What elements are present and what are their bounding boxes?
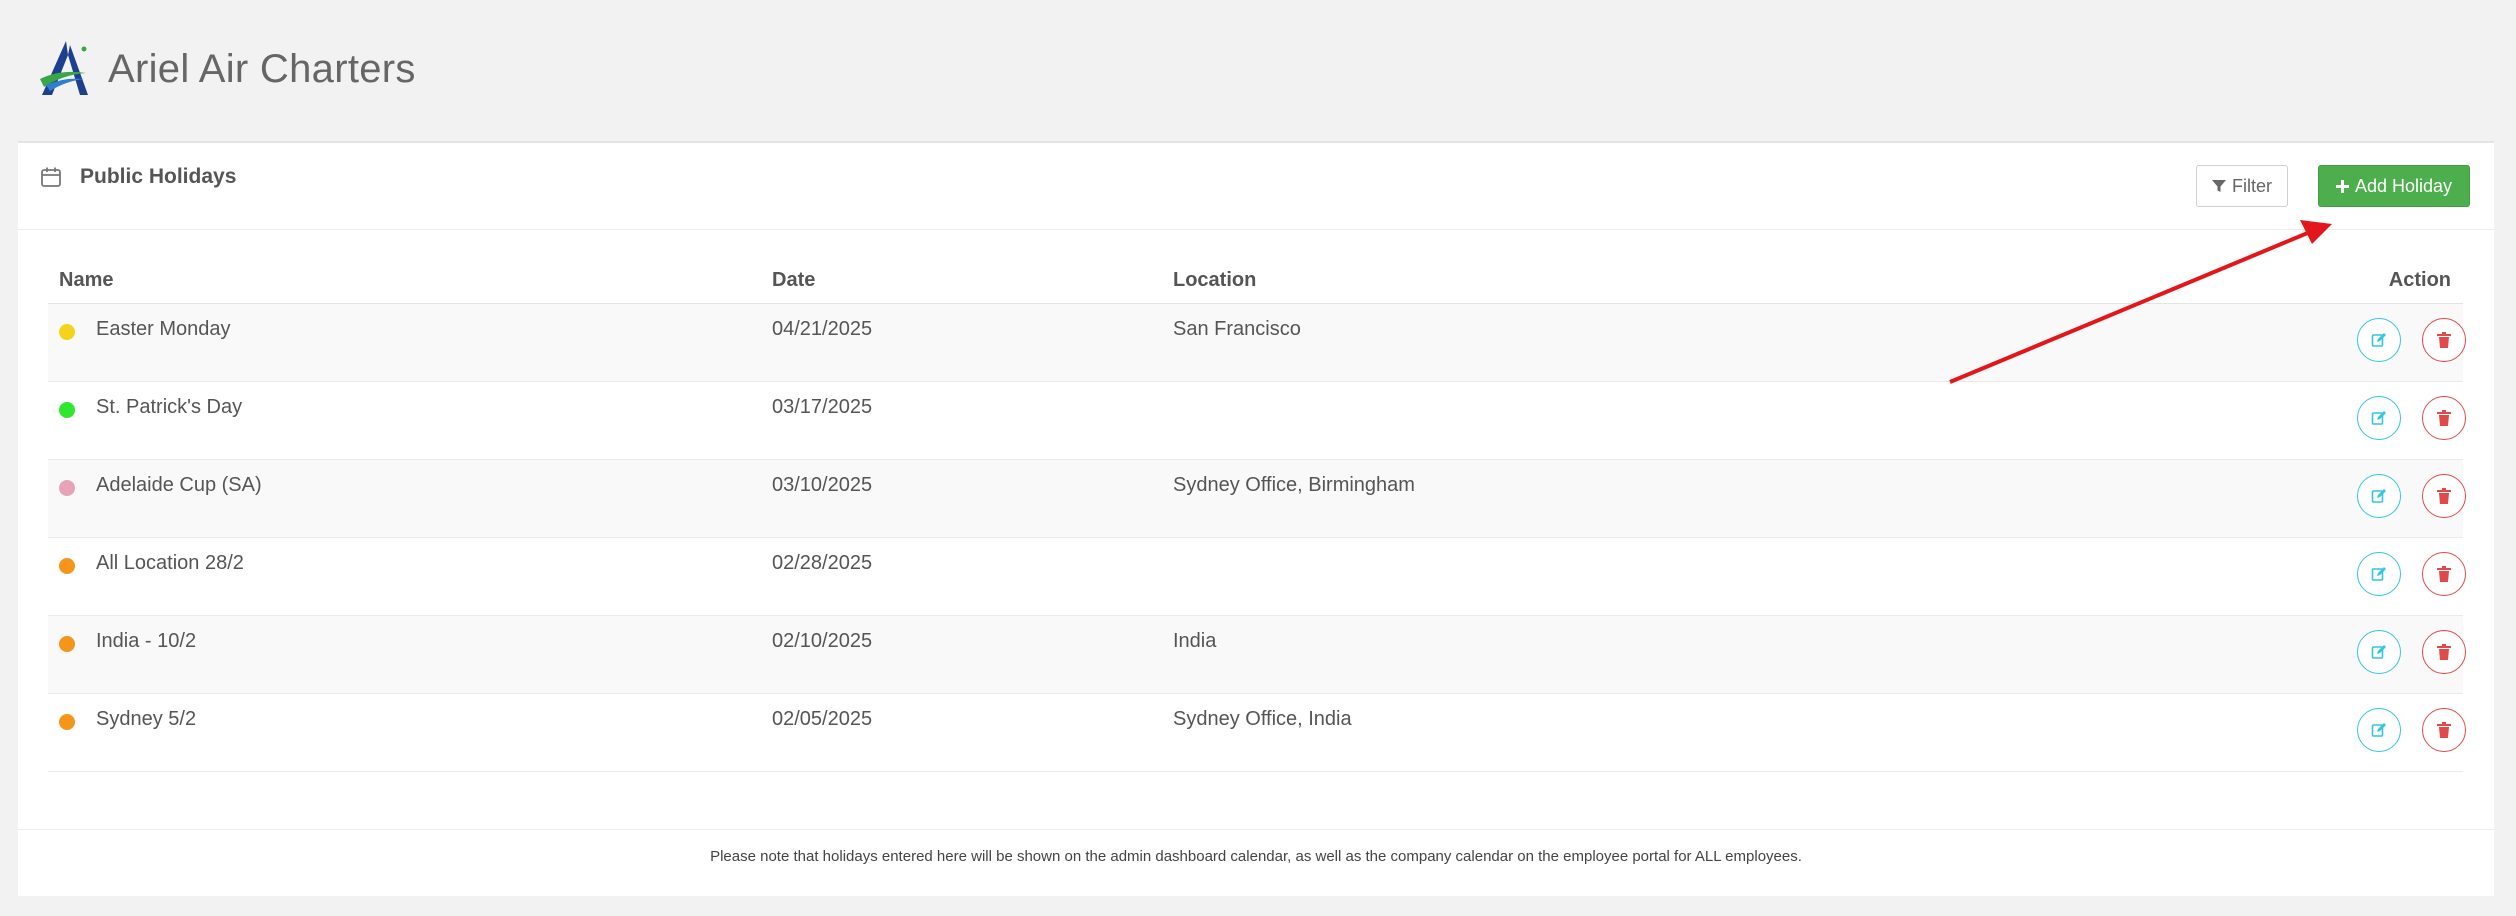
delete-button[interactable] (2422, 396, 2466, 440)
table-row: India - 10/2 02/10/2025 India (48, 616, 2466, 694)
trash-icon (2437, 488, 2451, 504)
holiday-location: Sydney Office, India (1173, 708, 1352, 730)
table-row: All Location 28/2 02/28/2025 (48, 538, 2466, 616)
column-header-action: Action (2388, 269, 2451, 291)
edit-icon (2371, 567, 2386, 581)
table-row: Adelaide Cup (SA) 03/10/2025 Sydney Offi… (48, 460, 2466, 538)
holidays-table: Name Date Location Action Easter Monday … (48, 253, 2466, 772)
holiday-color-dot (59, 558, 75, 574)
holiday-name: Adelaide Cup (SA) (96, 474, 262, 496)
column-header-name: Name (59, 269, 114, 291)
holiday-date: 03/10/2025 (772, 474, 873, 496)
table-row: St. Patrick's Day 03/17/2025 (48, 382, 2466, 460)
holiday-name: Easter Monday (96, 318, 231, 340)
airline-logo-icon (40, 41, 88, 95)
filter-button[interactable]: Filter (2196, 165, 2288, 207)
filter-button-label: Filter (2232, 175, 2272, 196)
holiday-color-dot (59, 714, 75, 730)
holiday-date: 03/17/2025 (772, 396, 873, 418)
edit-button[interactable] (2357, 396, 2401, 440)
holiday-date: 02/28/2025 (772, 552, 873, 574)
add-holiday-button[interactable]: Add Holiday (2318, 165, 2470, 207)
edit-icon (2371, 645, 2386, 659)
edit-icon (2371, 411, 2386, 425)
table-row: Sydney 5/2 02/05/2025 Sydney Office, Ind… (48, 694, 2466, 772)
edit-button[interactable] (2357, 318, 2401, 362)
delete-button[interactable] (2422, 474, 2466, 518)
edit-button[interactable] (2357, 474, 2401, 518)
holiday-date: 02/05/2025 (772, 708, 873, 730)
holiday-location: India (1173, 630, 1217, 652)
holiday-name: St. Patrick's Day (96, 396, 243, 418)
filter-icon (2212, 180, 2226, 192)
edit-icon (2371, 489, 2386, 503)
public-holidays-panel: Public Holidays Filter Add Holiday Name … (18, 141, 2494, 896)
trash-icon (2437, 644, 2451, 660)
trash-icon (2437, 410, 2451, 426)
trash-icon (2437, 722, 2451, 738)
edit-icon (2371, 333, 2386, 347)
delete-button[interactable] (2422, 708, 2466, 752)
holiday-name: Sydney 5/2 (96, 708, 197, 730)
holiday-location: Sydney Office, Birmingham (1173, 474, 1415, 496)
delete-button[interactable] (2422, 630, 2466, 674)
holiday-color-dot (59, 480, 75, 496)
delete-button[interactable] (2422, 318, 2466, 362)
trash-icon (2437, 332, 2451, 348)
app-header: Ariel Air Charters (36, 34, 416, 104)
trash-icon (2437, 566, 2451, 582)
table-header: Name Date Location Action (48, 253, 2463, 304)
edit-icon (2371, 723, 2386, 737)
holiday-color-dot (59, 402, 75, 418)
app-title: Ariel Air Charters (108, 46, 416, 91)
table-row: Easter Monday 04/21/2025 San Francisco (48, 304, 2466, 382)
edit-button[interactable] (2357, 630, 2401, 674)
calendar-icon (41, 167, 61, 187)
add-holiday-button-label: Add Holiday (2354, 175, 2453, 196)
edit-button[interactable] (2357, 708, 2401, 752)
column-header-date: Date (772, 269, 816, 291)
panel-header: Public Holidays Filter Add Holiday (18, 143, 2494, 230)
holiday-location: San Francisco (1173, 318, 1301, 340)
footer-note: Please note that holidays entered here w… (18, 829, 2494, 865)
delete-button[interactable] (2422, 552, 2466, 596)
holiday-name: India - 10/2 (96, 630, 197, 652)
column-header-location: Location (1173, 269, 1257, 291)
plus-icon (2335, 179, 2349, 193)
holiday-date: 02/10/2025 (772, 630, 873, 652)
edit-button[interactable] (2357, 552, 2401, 596)
holiday-name: All Location 28/2 (96, 552, 244, 574)
page-title: Public Holidays (80, 165, 237, 188)
holiday-color-dot (59, 324, 75, 340)
holiday-date: 04/21/2025 (772, 318, 873, 340)
holiday-color-dot (59, 636, 75, 652)
